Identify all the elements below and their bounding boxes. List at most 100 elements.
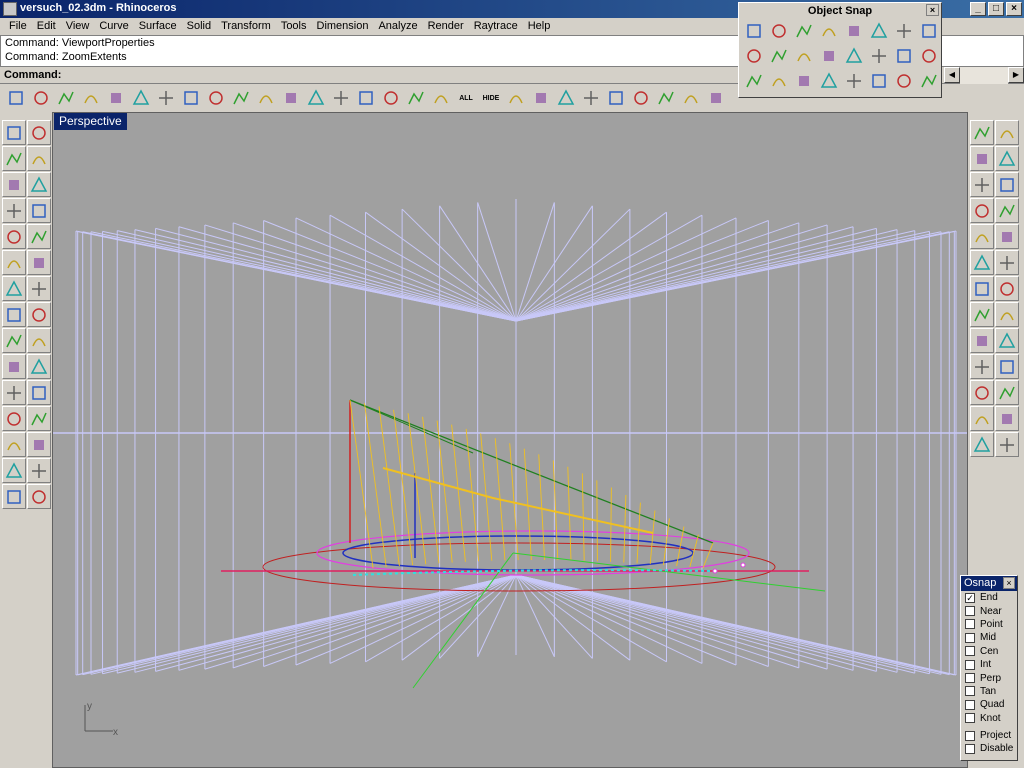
- cylinder-icon[interactable]: [2, 302, 26, 327]
- osnap-int[interactable]: Int: [961, 658, 1017, 671]
- surface-tool-11-icon[interactable]: [970, 250, 994, 275]
- surface-tool-6-icon[interactable]: [995, 172, 1019, 197]
- surface-tool-20-icon[interactable]: [995, 354, 1019, 379]
- checkbox-icon[interactable]: [965, 743, 975, 754]
- rotate-view-icon[interactable]: [204, 86, 228, 110]
- osnap-quad[interactable]: Quad: [961, 698, 1017, 711]
- osnap-tool-24-icon[interactable]: [917, 69, 941, 93]
- osnap-end[interactable]: ✓ End: [961, 591, 1017, 604]
- surface-tool-18-icon[interactable]: [995, 328, 1019, 353]
- cut-icon[interactable]: [79, 86, 103, 110]
- osnap-tool-22-icon[interactable]: [867, 69, 891, 93]
- scroll-right-icon[interactable]: ▶: [1008, 67, 1024, 83]
- scale-icon[interactable]: [27, 380, 51, 405]
- undo-icon[interactable]: [154, 86, 178, 110]
- scroll-track[interactable]: [960, 67, 1008, 84]
- osnap-tool-21-icon[interactable]: [842, 69, 866, 93]
- osnap-near[interactable]: Near: [961, 604, 1017, 617]
- osnap-tool-10-icon[interactable]: [767, 44, 791, 68]
- ellipse-icon[interactable]: [27, 172, 51, 197]
- surface-tool-1-icon[interactable]: [970, 120, 994, 145]
- minimize-button[interactable]: _: [970, 2, 986, 16]
- osnap-perp[interactable]: Perp: [961, 671, 1017, 684]
- rect-icon[interactable]: [27, 198, 51, 223]
- copy-icon[interactable]: [104, 86, 128, 110]
- osnap-tool-11-icon[interactable]: [792, 44, 816, 68]
- menu-item-transform[interactable]: Transform: [216, 18, 276, 35]
- checkbox-icon[interactable]: [965, 619, 975, 630]
- surface-tool-21-icon[interactable]: [970, 380, 994, 405]
- osnap-tool-18-icon[interactable]: [767, 69, 791, 93]
- osnap-tool-16-icon[interactable]: [917, 44, 941, 68]
- osnap-point[interactable]: Point: [961, 618, 1017, 631]
- surface-tool-17-icon[interactable]: [970, 328, 994, 353]
- checkbox-icon[interactable]: [965, 686, 975, 697]
- ghosted-icon[interactable]: [404, 86, 428, 110]
- osnap-tool-12-icon[interactable]: [817, 44, 841, 68]
- checkbox-icon[interactable]: [965, 730, 975, 741]
- box-icon[interactable]: [2, 276, 26, 301]
- car-icon[interactable]: [379, 86, 403, 110]
- surface-tool-22-icon[interactable]: [995, 380, 1019, 405]
- osnap-knot[interactable]: Knot: [961, 712, 1017, 725]
- osnap-tool-19-icon[interactable]: [792, 69, 816, 93]
- rectangle-icon[interactable]: [2, 198, 26, 223]
- rhino-app-icon[interactable]: [3, 2, 17, 16]
- surface-tool-19-icon[interactable]: [970, 354, 994, 379]
- osnap-tool-6-icon[interactable]: [867, 19, 891, 43]
- group-icon[interactable]: [2, 458, 26, 483]
- osnap-cen[interactable]: Cen: [961, 645, 1017, 658]
- open-icon[interactable]: [29, 86, 53, 110]
- color-wheel-icon[interactable]: [529, 86, 553, 110]
- checkbox-icon[interactable]: [965, 632, 975, 643]
- pan-icon[interactable]: [179, 86, 203, 110]
- osnap-tool-4-icon[interactable]: [817, 19, 841, 43]
- surface-icon[interactable]: [2, 250, 26, 275]
- edit-point-icon[interactable]: [2, 328, 26, 353]
- properties-icon[interactable]: [704, 86, 728, 110]
- save-icon[interactable]: [54, 86, 78, 110]
- menu-item-tools[interactable]: Tools: [276, 18, 312, 35]
- scroll-left-icon[interactable]: ◀: [944, 67, 960, 83]
- checkbox-icon[interactable]: ✓: [965, 592, 975, 603]
- hide-button[interactable]: HIDE: [479, 86, 503, 110]
- fillet-icon[interactable]: [2, 406, 26, 431]
- osnap-tool-3-icon[interactable]: [792, 19, 816, 43]
- surface-tool-24-icon[interactable]: [995, 406, 1019, 431]
- surface-tool-13-icon[interactable]: [970, 276, 994, 301]
- menu-item-dimension[interactable]: Dimension: [312, 18, 374, 35]
- zoom-window-icon[interactable]: [254, 86, 278, 110]
- arc-icon[interactable]: [27, 224, 51, 249]
- osnap-tool-2-icon[interactable]: [767, 19, 791, 43]
- osnap-tool-7-icon[interactable]: [892, 19, 916, 43]
- osnap-tool-20-icon[interactable]: [817, 69, 841, 93]
- move-icon[interactable]: [27, 328, 51, 353]
- viewport-canvas[interactable]: [53, 113, 968, 768]
- surface-tool-9-icon[interactable]: [970, 224, 994, 249]
- layer-icon[interactable]: [504, 86, 528, 110]
- sphere-icon[interactable]: [27, 276, 51, 301]
- move-icon-2[interactable]: [2, 354, 26, 379]
- osnap-tool-14-icon[interactable]: [867, 44, 891, 68]
- surface-tool-7-icon[interactable]: [970, 198, 994, 223]
- surface-tool-8-icon[interactable]: [995, 198, 1019, 223]
- array-icon[interactable]: [2, 380, 26, 405]
- menu-item-solid[interactable]: Solid: [182, 18, 216, 35]
- circle-icon[interactable]: [2, 172, 26, 197]
- checkbox-icon[interactable]: [965, 673, 975, 684]
- zoom-previous-icon[interactable]: [329, 86, 353, 110]
- render-sphere-icon[interactable]: [554, 86, 578, 110]
- menu-item-analyze[interactable]: Analyze: [373, 18, 422, 35]
- zoom-extents-icon[interactable]: [279, 86, 303, 110]
- menu-item-render[interactable]: Render: [423, 18, 469, 35]
- new-icon[interactable]: [4, 86, 28, 110]
- surface-tool-14-icon[interactable]: [995, 276, 1019, 301]
- osnap-close-button[interactable]: ×: [1003, 577, 1015, 589]
- surface-tool-23-icon[interactable]: [970, 406, 994, 431]
- osnap-project[interactable]: Project: [961, 729, 1017, 742]
- surface-tool-16-icon[interactable]: [995, 302, 1019, 327]
- layout-icon[interactable]: [27, 458, 51, 483]
- menu-item-edit[interactable]: Edit: [32, 18, 61, 35]
- osnap-tool-1-icon[interactable]: [742, 19, 766, 43]
- viewport-title[interactable]: Perspective: [54, 113, 127, 130]
